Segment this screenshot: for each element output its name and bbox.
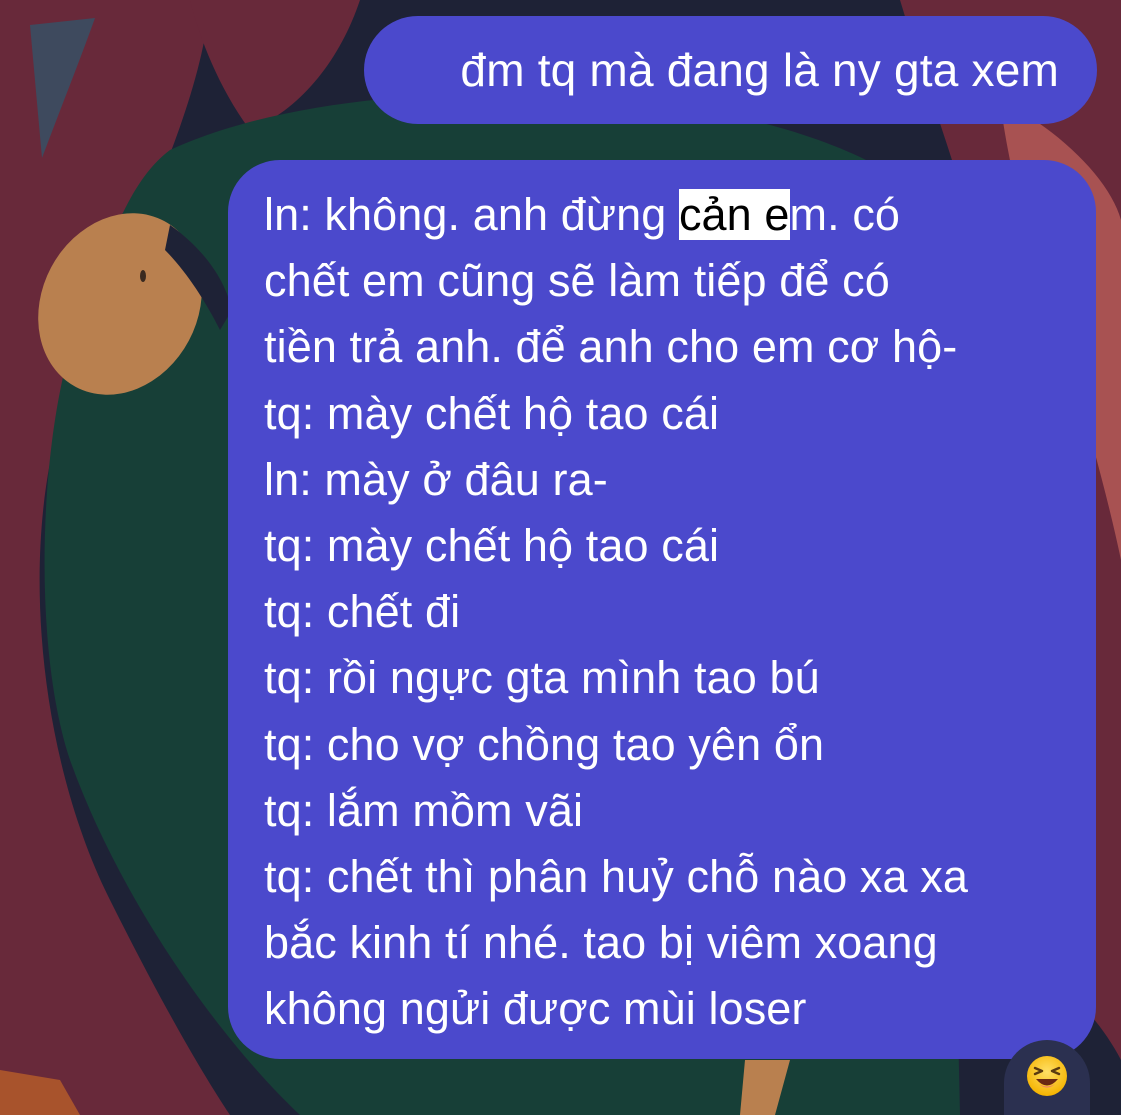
message-line: tq: rồi ngực gta mình tao bú <box>264 652 820 704</box>
message-line: tq: chết đi <box>264 586 461 638</box>
message-line: tq: mày chết hộ tao cái <box>264 387 720 439</box>
selected-text-highlight[interactable]: cản e <box>678 189 790 240</box>
chat-screen: đm tq mà đang là ny gta xem ln: không. a… <box>0 0 1121 1115</box>
message-line: bắc kinh tí nhé. tao bị viêm xoang <box>264 917 938 969</box>
sent-message-bubble[interactable]: đm tq mà đang là ny gta xem <box>364 16 1097 124</box>
message-line: tq: cho vợ chồng tao yên ổn <box>264 718 825 770</box>
laughing-squint-face-icon <box>1027 1056 1067 1096</box>
message-text: đm tq mà đang là ny gta xem <box>460 44 1059 96</box>
message-line: tq: chết thì phân huỷ chỗ nào xa xa <box>264 851 968 903</box>
sent-message-bubble-long[interactable]: ln: không. anh đừng cản em. có chết em c… <box>228 160 1096 1059</box>
message-line: ln: không. anh đừng cản em. có <box>264 182 1062 248</box>
message-line: tiền trả anh. để anh cho em cơ hộ- <box>264 321 958 373</box>
message-line: tq: lắm mồm vãi <box>264 784 584 836</box>
message-line: chết em cũng sẽ làm tiếp để có <box>264 255 890 307</box>
message-text-segment: ln: không. anh đừng <box>264 189 679 240</box>
message-line: tq: mày chết hộ tao cái <box>264 520 720 572</box>
message-text-segment: m. có <box>789 189 901 240</box>
message-line: ln: mày ở đâu ra- <box>264 453 608 505</box>
message-line: không ngửi được mùi loser <box>264 983 807 1035</box>
